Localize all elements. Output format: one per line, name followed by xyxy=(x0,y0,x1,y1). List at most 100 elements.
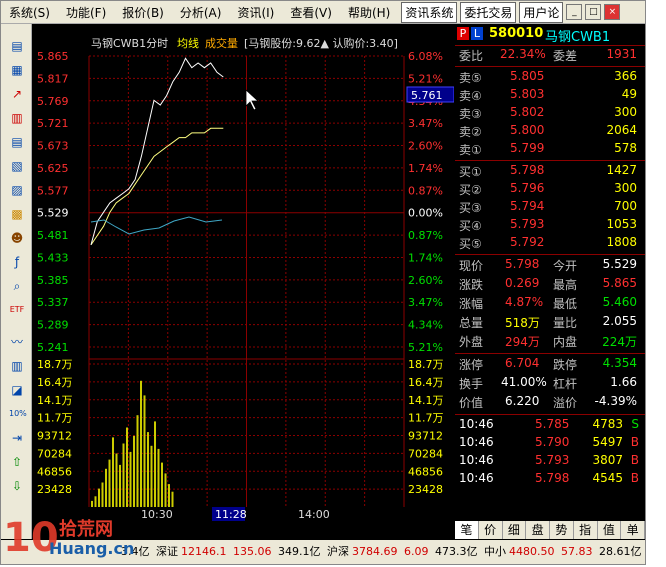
info-system-button[interactable]: 资讯系统 xyxy=(401,1,458,23)
etf-icon[interactable]: ETF xyxy=(9,302,25,318)
pct-tick-label: 2.60% xyxy=(408,274,443,287)
close-icon[interactable]: × xyxy=(604,4,621,20)
bar-chart-icon[interactable]: ▥ xyxy=(9,110,25,126)
restore-icon[interactable]: □ xyxy=(585,4,602,20)
stat-label: 换手 xyxy=(459,377,484,391)
users-icon[interactable]: ☻ xyxy=(9,230,25,246)
trade-side: B xyxy=(630,435,639,449)
forum-button[interactable]: 用户论 xyxy=(519,1,564,23)
time-label-1400: 14:00 xyxy=(298,508,330,521)
volume-tick-label: 11.7万 xyxy=(37,412,73,425)
area-chart-icon[interactable]: ◪ xyxy=(9,382,25,398)
buy-volume: 1427 xyxy=(606,163,637,177)
menu-info[interactable]: 资讯(I) xyxy=(229,4,282,21)
menu-help[interactable]: 帮助(H) xyxy=(340,4,398,21)
minimize-icon[interactable]: _ xyxy=(566,4,583,20)
tab-price[interactable]: 价 xyxy=(479,521,503,539)
hs-label[interactable]: 沪深 xyxy=(327,545,349,558)
tab-value[interactable]: 值 xyxy=(598,521,622,539)
buy-row-1[interactable]: 买① 5.798 1427 xyxy=(455,163,645,181)
trade-row: 10:46 5.790 5497 B xyxy=(455,435,645,453)
sz-label[interactable]: 深证 xyxy=(156,545,178,558)
quote-header: P L 580010 马钢CWB1 xyxy=(455,25,645,45)
sz-amount: 349.1亿 xyxy=(278,545,321,558)
tab-trades[interactable]: 笔 xyxy=(455,521,479,539)
sz-value: 12146.1 xyxy=(181,545,227,558)
formula-icon[interactable]: ƒ xyxy=(9,254,25,270)
sell-label: 卖⑤ xyxy=(459,71,482,85)
folder-icon[interactable]: ▩ xyxy=(9,206,25,222)
avg-legend: 均线 xyxy=(177,36,199,50)
stat-label: 溢价 xyxy=(553,396,578,410)
buy-row-5[interactable]: 买⑤ 5.792 1808 xyxy=(455,235,645,253)
tab-book[interactable]: 盘 xyxy=(526,521,550,539)
tab-trend[interactable]: 势 xyxy=(550,521,574,539)
volume-bar xyxy=(112,437,114,507)
quote-list-icon[interactable]: ▤ xyxy=(9,38,25,54)
menu-system[interactable]: 系统(S) xyxy=(1,4,58,21)
tab-detail[interactable]: 细 xyxy=(503,521,527,539)
menu-quote[interactable]: 报价(B) xyxy=(114,4,172,21)
buy-row-3[interactable]: 买③ 5.794 700 xyxy=(455,199,645,217)
pct-tick-label: 3.47% xyxy=(408,296,443,309)
trade-volume: 3807 xyxy=(592,453,623,467)
arrow-down-icon[interactable]: ⇩ xyxy=(9,478,25,494)
site-watermark-logo: 10 拾荒网 Huang.cn xyxy=(1,513,141,565)
buy-row-2[interactable]: 买② 5.796 300 xyxy=(455,181,645,199)
divider xyxy=(455,45,645,46)
stat-value: 41.00% xyxy=(501,375,547,389)
buy-row-4[interactable]: 买④ 5.793 1053 xyxy=(455,217,645,235)
tab-order[interactable]: 单 xyxy=(621,521,645,539)
tab-index[interactable]: 指 xyxy=(574,521,598,539)
stat-label: 涨停 xyxy=(459,358,484,372)
security-code: 580010 xyxy=(489,26,544,41)
report-icon[interactable]: ▧ xyxy=(9,158,25,174)
sell-volume: 300 xyxy=(614,105,637,119)
stat-value: 518万 xyxy=(505,316,540,330)
price-tick-label: 5.721 xyxy=(37,117,69,130)
trade-time: 10:46 xyxy=(459,471,494,485)
value-row: 价值 6.220 溢价 -4.39% xyxy=(455,394,645,412)
trade-button[interactable]: 委托交易 xyxy=(460,1,517,23)
stat-value: 4.87% xyxy=(505,295,544,309)
volume-tick-label: 16.4万 xyxy=(408,376,444,389)
sell-row-1[interactable]: 卖① 5.799 578 xyxy=(455,141,645,159)
exit-icon[interactable]: ⇥ xyxy=(9,430,25,446)
trade-volume: 4545 xyxy=(592,471,623,485)
zx-label[interactable]: 中小 xyxy=(484,545,506,558)
kline-icon[interactable]: ▥ xyxy=(9,358,25,374)
hs-amount: 473.3亿 xyxy=(435,545,478,558)
weibi-label: 委比 xyxy=(459,49,484,63)
percent-icon[interactable]: 10% xyxy=(9,406,27,422)
table-icon[interactable]: ▤ xyxy=(9,134,25,150)
sell-row-4[interactable]: 卖④ 5.803 49 xyxy=(455,87,645,105)
buy-volume: 1808 xyxy=(606,235,637,249)
trade-price: 5.798 xyxy=(535,471,570,485)
weibi-value: 22.34% xyxy=(500,47,546,61)
trade-price: 5.790 xyxy=(535,435,570,449)
sell-price: 5.802 xyxy=(510,105,545,119)
volume-bar xyxy=(154,421,156,507)
trade-volume: 5497 xyxy=(592,435,623,449)
menu-function[interactable]: 功能(F) xyxy=(58,4,114,21)
volume-bar xyxy=(136,415,139,507)
arrow-up-icon[interactable]: ⇧ xyxy=(9,454,25,470)
line-chart-icon[interactable]: 〰 xyxy=(9,334,25,350)
l-badge: L xyxy=(471,27,483,40)
price-tick-label: 5.865 xyxy=(37,50,69,63)
sell-row-5[interactable]: 卖⑤ 5.805 366 xyxy=(455,69,645,87)
buy-label: 买⑤ xyxy=(459,237,482,251)
trade-time: 10:46 xyxy=(459,453,494,467)
trend-chart-icon[interactable]: ↗ xyxy=(9,86,25,102)
search-icon[interactable]: ⌕ xyxy=(9,278,25,294)
menu-view[interactable]: 查看(V) xyxy=(282,4,340,21)
grid-icon[interactable]: ▦ xyxy=(9,62,25,78)
chart-title: 马钢CWB1分时 xyxy=(91,37,168,50)
stat-value: 5.798 xyxy=(505,257,540,271)
menu-analysis[interactable]: 分析(A) xyxy=(172,4,230,21)
document-icon[interactable]: ▨ xyxy=(9,182,25,198)
security-name: 马钢CWB1 xyxy=(545,30,611,45)
sell-row-3[interactable]: 卖③ 5.802 300 xyxy=(455,105,645,123)
sell-row-2[interactable]: 卖② 5.800 2064 xyxy=(455,123,645,141)
stat-label: 现价 xyxy=(459,259,484,273)
